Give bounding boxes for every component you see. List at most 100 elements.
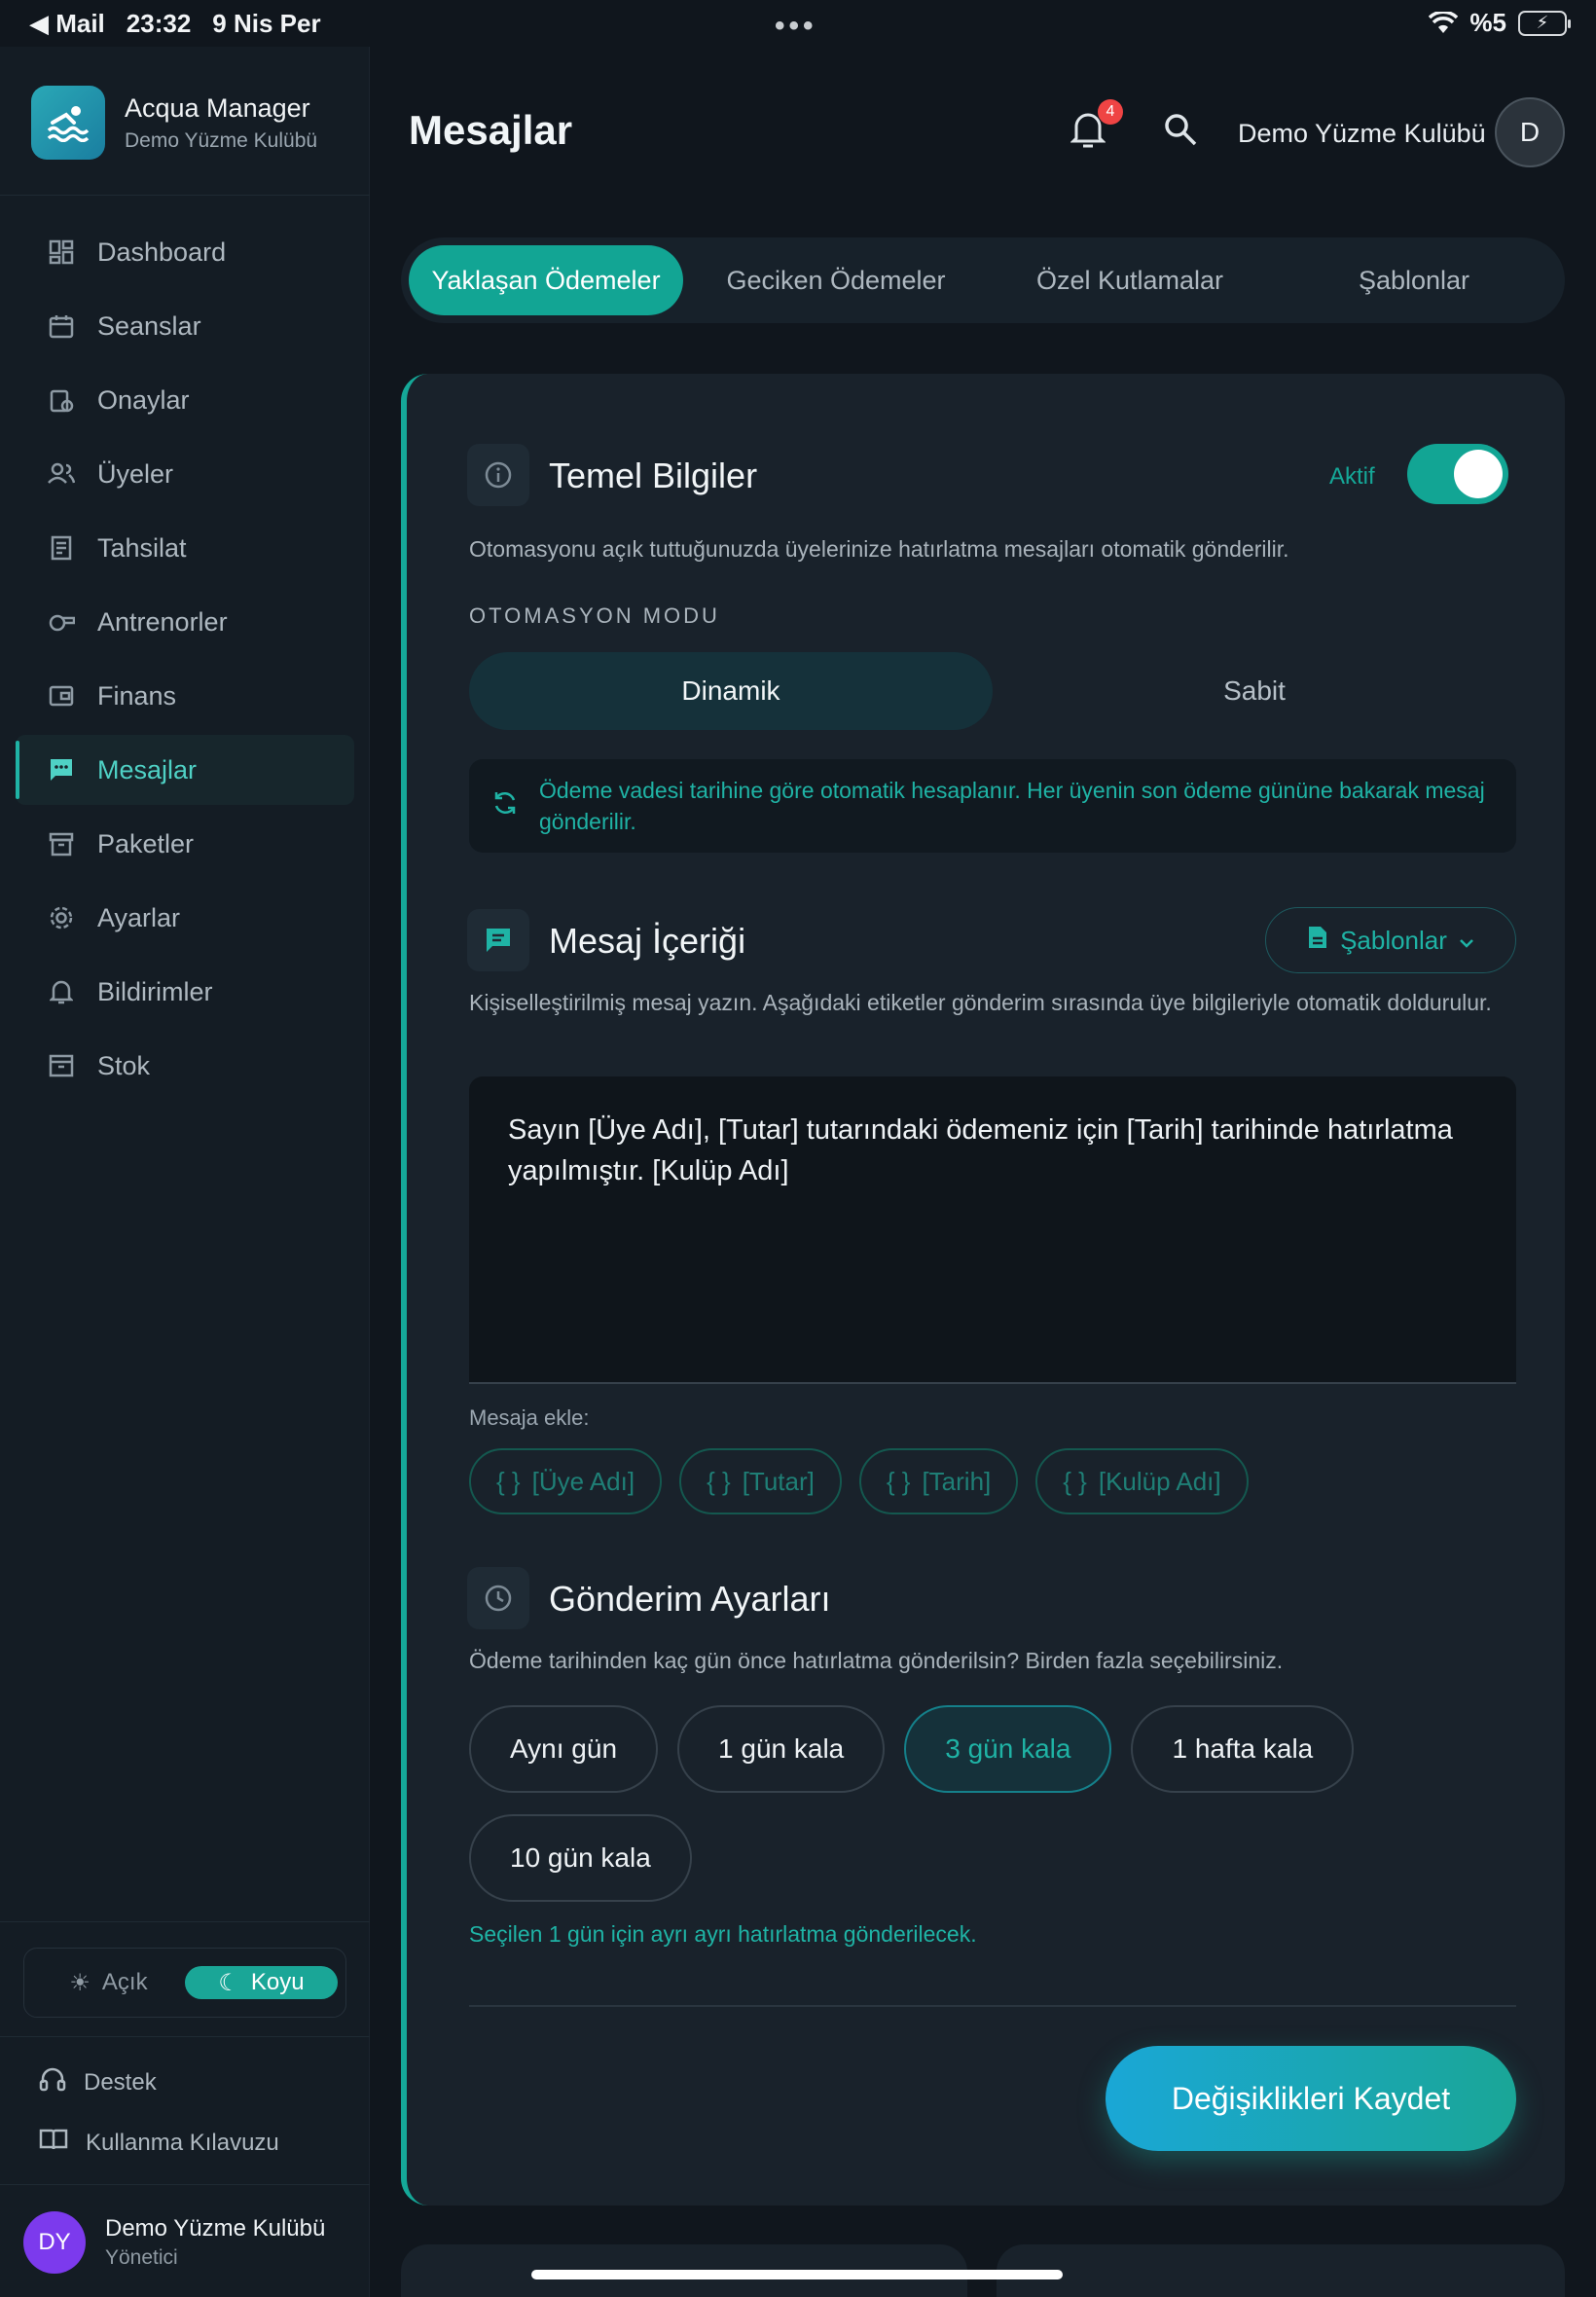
status-time: 23:32 (126, 8, 192, 38)
bell-icon (47, 977, 76, 1006)
refresh-icon (490, 788, 520, 818)
status-bar: ◀ Mail 23:32 9 Nis Per ••• %5 ⚡ (0, 0, 1596, 47)
archive-icon (47, 829, 76, 858)
headset-icon (39, 2065, 66, 2099)
support-link[interactable]: Destek (39, 2065, 157, 2099)
automation-card: Temel Bilgiler Aktif Otomasyonu açık tut… (401, 374, 1565, 2206)
sidebar-item-dashboard[interactable]: Dashboard (16, 217, 354, 287)
tab-sablonlar[interactable]: Şablonlar (1271, 245, 1557, 315)
battery-percent: %5 (1469, 8, 1506, 37)
braces-icon: { } (496, 1466, 521, 1496)
selection-hint: Seçilen 1 gün için ayrı ayrı hatırlatma … (469, 1921, 977, 1947)
section-title-send-settings: Gönderim Ayarları (549, 1579, 831, 1619)
battery-icon: ⚡ (1518, 10, 1571, 36)
mode-info-box: Ödeme vadesi tarihine göre otomatik hesa… (469, 759, 1516, 853)
tab-geciken-odemeler[interactable]: Geciken Ödemeler (683, 245, 989, 315)
divider (469, 2005, 1516, 2007)
whistle-icon (47, 607, 76, 637)
theme-light-option[interactable]: ☀ Açık (32, 1966, 185, 1999)
sidebar-item-label: Stok (97, 1050, 151, 1080)
sun-icon: ☀ (69, 1969, 91, 1996)
sidebar-item-uyeler[interactable]: Üyeler (16, 439, 354, 509)
message-textarea[interactable]: Sayın [Üye Adı], [Tutar] tutarındaki öde… (469, 1076, 1516, 1384)
tag-chip-kulup-adi[interactable]: { } [Kulüp Adı] (1035, 1448, 1249, 1514)
avatar[interactable]: D (1495, 97, 1565, 167)
sidebar-item-onaylar[interactable]: Onaylar (16, 365, 354, 435)
sidebar-item-bildirimler[interactable]: Bildirimler (16, 957, 354, 1027)
notification-badge: 4 (1098, 99, 1123, 125)
mode-label: OTOMASYON MODU (469, 603, 720, 628)
wifi-icon (1429, 11, 1459, 33)
club-name: Demo Yüzme Kulübü (1238, 119, 1486, 148)
sidebar-divider (0, 195, 370, 196)
message-content-description: Kişiselleştirilmiş mesaj yazın. Aşağıdak… (469, 990, 1492, 1015)
info-icon (467, 444, 529, 506)
multitasking-dots-icon[interactable]: ••• (775, 10, 817, 43)
reminder-day-options: Aynı gün 1 gün kala 3 gün kala 1 hafta k… (469, 1705, 1516, 1902)
sidebar-item-paketler[interactable]: Paketler (16, 809, 354, 879)
sidebar-item-label: Tahsilat (97, 532, 187, 563)
brand-subtitle: Demo Yüzme Kulübü (125, 128, 318, 152)
tab-yaklasan-odemeler[interactable]: Yaklaşan Ödemeler (409, 245, 683, 315)
day-option-10-gun[interactable]: 10 gün kala (469, 1814, 692, 1902)
brand[interactable]: Acqua Manager Demo Yüzme Kulübü (31, 86, 317, 160)
message-icon (47, 755, 76, 784)
tag-chip-tutar[interactable]: { } [Tutar] (679, 1448, 842, 1514)
section-title-basic-info: Temel Bilgiler (549, 456, 758, 495)
mode-option-sabit[interactable]: Sabit (993, 652, 1516, 730)
add-tag-label: Mesaja ekle: (469, 1405, 590, 1430)
sidebar: Acqua Manager Demo Yüzme Kulübü Dashboar… (0, 47, 370, 2297)
sidebar-item-label: Ayarlar (97, 902, 181, 932)
automation-toggle[interactable] (1407, 444, 1508, 504)
mode-selector: Dinamik Sabit (469, 652, 1516, 730)
user-role: Yönetici (105, 2246, 178, 2269)
tag-chips: { } [Üye Adı] { } [Tutar] { } [Tarih] { } [K… (469, 1448, 1249, 1514)
basic-info-description: Otomasyonu açık tuttuğunuzda üyelerinize… (469, 536, 1289, 562)
sidebar-nav: Dashboard Seanslar Onaylar Üyeler Tahsil… (16, 217, 354, 1105)
day-option-1-gun[interactable]: 1 gün kala (677, 1705, 886, 1793)
sidebar-divider (0, 2184, 370, 2185)
receipt-icon (47, 533, 76, 563)
section-title-message-content: Mesaj İçeriği (549, 921, 746, 961)
sidebar-item-label: Seanslar (97, 310, 201, 341)
sidebar-item-tahsilat[interactable]: Tahsilat (16, 513, 354, 583)
chevron-down-icon (1459, 926, 1474, 956)
sidebar-item-label: Finans (97, 680, 177, 711)
user-profile[interactable]: DY Demo Yüzme Kulübü Yönetici (23, 2211, 325, 2274)
theme-dark-option[interactable]: ☾ Koyu (185, 1966, 338, 1999)
clock-icon (467, 1567, 529, 1629)
braces-icon: { } (707, 1466, 731, 1496)
templates-dropdown-button[interactable]: Şablonlar (1265, 907, 1516, 973)
mode-info-text: Ödeme vadesi tarihine göre otomatik hesa… (539, 778, 1485, 834)
sidebar-item-ayarlar[interactable]: Ayarlar (16, 883, 354, 953)
search-icon[interactable] (1162, 111, 1201, 150)
avatar: DY (23, 2211, 86, 2274)
mode-option-dinamik[interactable]: Dinamik (469, 652, 993, 730)
save-button[interactable]: Değişiklikleri Kaydet (1106, 2046, 1516, 2151)
day-option-1-hafta[interactable]: 1 hafta kala (1131, 1705, 1355, 1793)
chat-icon (467, 909, 529, 971)
sidebar-item-antrenorler[interactable]: Antrenorler (16, 587, 354, 657)
sidebar-item-label: Bildirimler (97, 976, 213, 1006)
day-option-3-gun[interactable]: 3 gün kala (904, 1705, 1112, 1793)
sidebar-item-seanslar[interactable]: Seanslar (16, 291, 354, 361)
sidebar-item-stok[interactable]: Stok (16, 1031, 354, 1101)
toggle-status-label: Aktif (1329, 463, 1375, 490)
theme-toggle: ☀ Açık ☾ Koyu (23, 1948, 346, 2018)
box-icon (47, 1051, 76, 1080)
tag-chip-uye-adi[interactable]: { } [Üye Adı] (469, 1448, 663, 1514)
back-to-app-link[interactable]: ◀ Mail (29, 9, 105, 39)
guide-link[interactable]: Kullanma Kılavuzu (39, 2128, 279, 2158)
moon-icon: ☾ (218, 1969, 239, 1996)
home-indicator[interactable] (531, 2270, 1063, 2279)
tag-chip-tarih[interactable]: { } [Tarih] (858, 1448, 1019, 1514)
clipboard-icon (47, 385, 76, 415)
send-settings-description: Ödeme tarihinden kaç gün önce hatırlatma… (469, 1648, 1284, 1673)
sidebar-item-finans[interactable]: Finans (16, 661, 354, 731)
braces-icon: { } (1063, 1466, 1087, 1496)
day-option-ayni-gun[interactable]: Aynı gün (469, 1705, 659, 1793)
status-date: 9 Nis Per (212, 8, 321, 38)
wallet-icon (47, 681, 76, 711)
sidebar-item-mesajlar[interactable]: Mesajlar (16, 735, 354, 805)
tab-ozel-kutlamalar[interactable]: Özel Kutlamalar (989, 245, 1271, 315)
